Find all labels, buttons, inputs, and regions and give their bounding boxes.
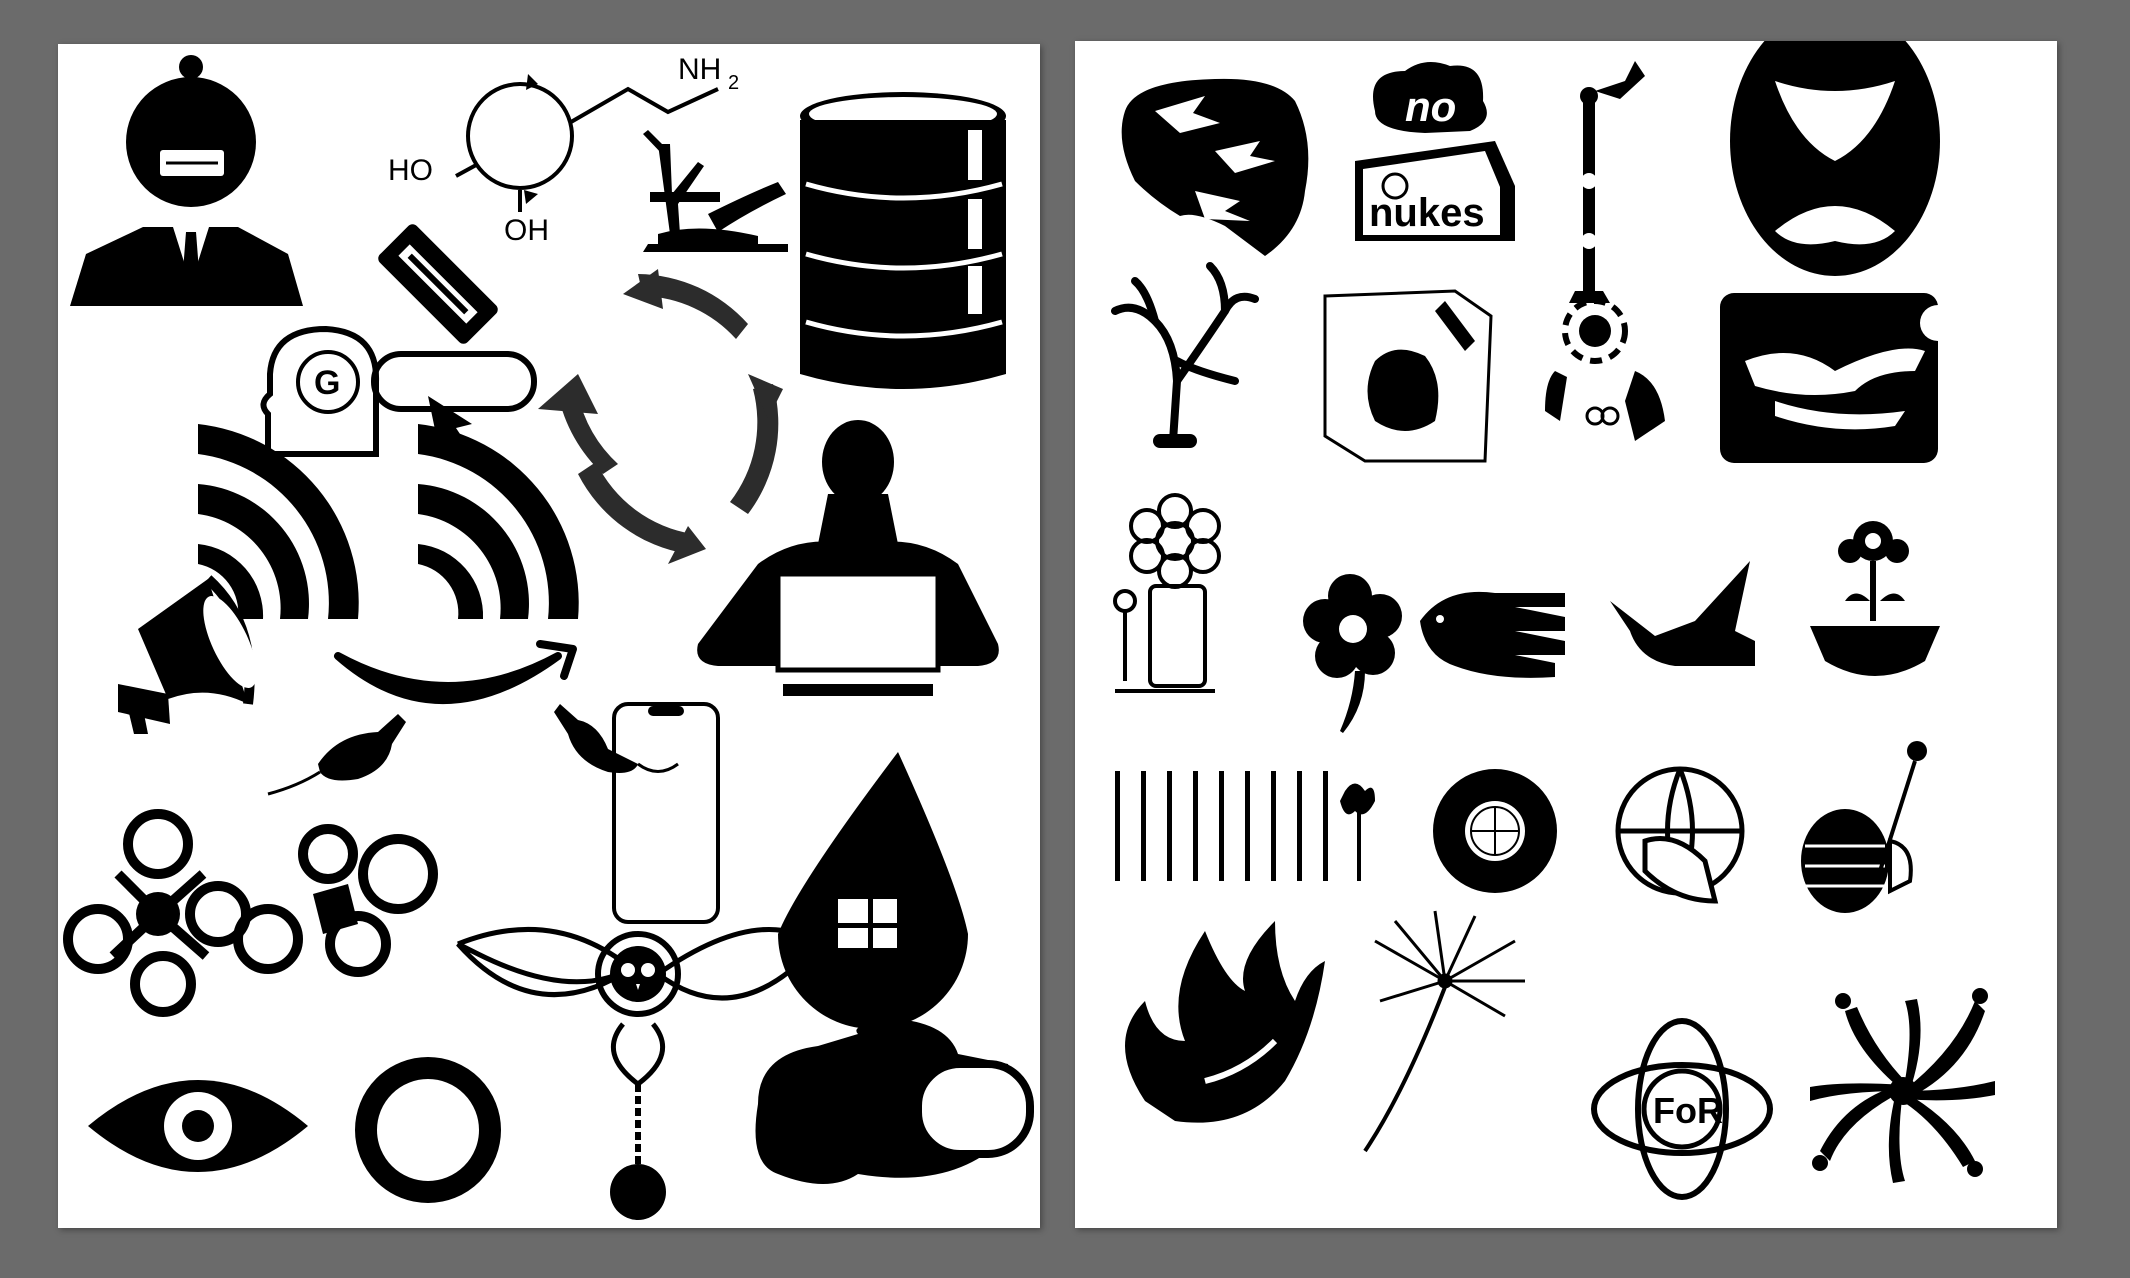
right-artboard-art: no nukes FoR — [1111, 41, 1995, 1200]
nh2-label: NH — [678, 53, 721, 86]
human-chain-icon — [1569, 61, 1645, 303]
google-head-toggle-icon: G — [260, 325, 537, 457]
razor-blade-icon — [378, 224, 498, 344]
flower-icon — [1303, 574, 1402, 733]
signal-waves-icon — [198, 424, 579, 619]
drone-icon — [63, 809, 438, 1017]
eye-icon — [88, 1080, 308, 1172]
globe-dove-icon — [1615, 766, 1745, 904]
nh2-subscript: 2 — [728, 72, 739, 94]
laptop-person-icon — [697, 420, 999, 696]
adinkra-symbol-icon — [1730, 41, 1940, 276]
oil-barrel-icon — [800, 92, 1006, 389]
ring-icon — [355, 1057, 501, 1203]
birds-map-icon — [1121, 78, 1309, 256]
sun-chains-icon — [1545, 298, 1665, 441]
flame-dove-icon — [1125, 921, 1325, 1123]
dopamine-molecule-icon: NH 2 HO OH — [388, 53, 739, 247]
rifles-row-icon — [1115, 771, 1375, 881]
no-nukes-icon: no nukes — [1355, 62, 1515, 241]
left-artboard-art: NH 2 HO OH G — [63, 53, 1034, 1220]
flower-figure-icon — [1113, 493, 1221, 693]
right-artboard[interactable]: no nukes FoR — [1075, 41, 2057, 1228]
left-artboard[interactable]: NH 2 HO OH G — [58, 44, 1040, 1228]
ho-label: HO — [388, 154, 433, 187]
dove-stamp-icon — [1720, 293, 1956, 463]
razor-head-person-icon — [70, 55, 303, 306]
broken-missile-icon — [1323, 289, 1493, 463]
for-text: FoR — [1653, 1090, 1723, 1131]
spiral-figures-icon — [1810, 988, 1995, 1183]
google-g-label: G — [314, 364, 340, 402]
dandelion-icon — [1363, 910, 1525, 1153]
no-text: no — [1405, 83, 1456, 130]
amazon-smile-icon — [334, 640, 577, 704]
grenade-flower-icon — [1801, 741, 1927, 913]
potted-flower-icon — [1810, 521, 1940, 676]
dove-icon — [1610, 561, 1755, 666]
bare-tree-icon — [1111, 262, 1259, 448]
dove-hands-icon — [1420, 591, 1565, 678]
nukes-text: nukes — [1369, 191, 1485, 235]
for-emblem-icon: FoR — [1591, 1018, 1773, 1200]
water-drop-house-icon — [778, 752, 968, 1029]
toggle-cloud-icon — [755, 1019, 1034, 1184]
mice-icon — [267, 704, 679, 796]
recycle-arrows-icon — [538, 269, 783, 564]
dead-tree-pollution-icon — [643, 130, 788, 252]
smartphone-icon — [612, 702, 720, 924]
owl-pendant-icon — [456, 926, 822, 1220]
oh-label: OH — [504, 214, 549, 247]
globe-flower-icon — [1433, 769, 1557, 893]
